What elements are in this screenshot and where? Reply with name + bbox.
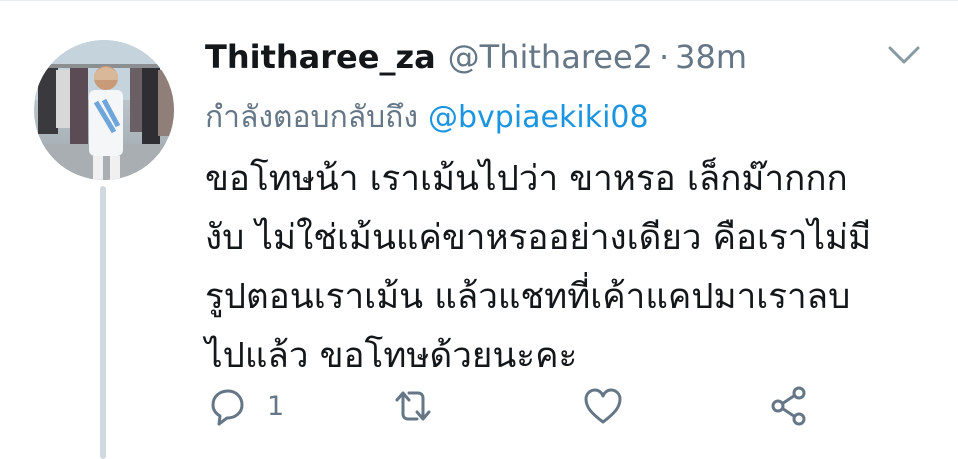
chevron-down-icon[interactable] <box>884 42 924 68</box>
tweet-text-line: รูปตอนเราเม้น แล้วแชทที่เค้าแคปมาเราลบ <box>205 277 851 317</box>
comment-icon <box>211 389 244 426</box>
avatar[interactable] <box>34 40 174 180</box>
tweet-text: ขอโทษน้า เราเม้นไปว่า ขาหรอ เล็กม๊ากกก ง… <box>205 150 935 386</box>
share-button[interactable] <box>767 384 811 428</box>
timestamp[interactable]: 38m <box>675 38 747 76</box>
tweet-text-line: ไปแล้ว ขอโทษด้วยนะคะ <box>205 336 578 376</box>
retweet-icon <box>395 391 431 421</box>
tweet-header: Thitharee_za @Thitharee2 · 38m <box>205 38 747 78</box>
reply-button[interactable]: 1 <box>205 384 284 428</box>
avatar-photo <box>34 40 174 180</box>
display-name[interactable]: Thitharee_za <box>205 38 436 76</box>
heart-icon <box>584 388 622 424</box>
tweet-text-line: งับ ไม่ใช่เม้นแค่ขาหรออย่างเดียว คือเราไ… <box>205 218 872 258</box>
share-icon <box>771 386 806 426</box>
retweet-button[interactable] <box>391 384 435 428</box>
like-button[interactable] <box>581 384 625 428</box>
top-divider <box>0 0 958 1</box>
replying-to-label: กำลังตอบกลับถึง <box>205 100 418 135</box>
replying-to-mention[interactable]: @bvpiaekiki08 <box>428 100 649 135</box>
separator-dot: · <box>659 38 670 76</box>
user-handle[interactable]: @Thitharee2 <box>448 38 653 76</box>
reply-count: 1 <box>267 390 285 422</box>
thread-line <box>100 186 106 459</box>
tweet-text-line: ขอโทษน้า เราเม้นไปว่า ขาหรอ เล็กม๊ากกก <box>205 159 848 199</box>
action-bar: 1 <box>205 384 845 428</box>
replying-to: กำลังตอบกลับถึง @bvpiaekiki08 <box>205 94 649 141</box>
